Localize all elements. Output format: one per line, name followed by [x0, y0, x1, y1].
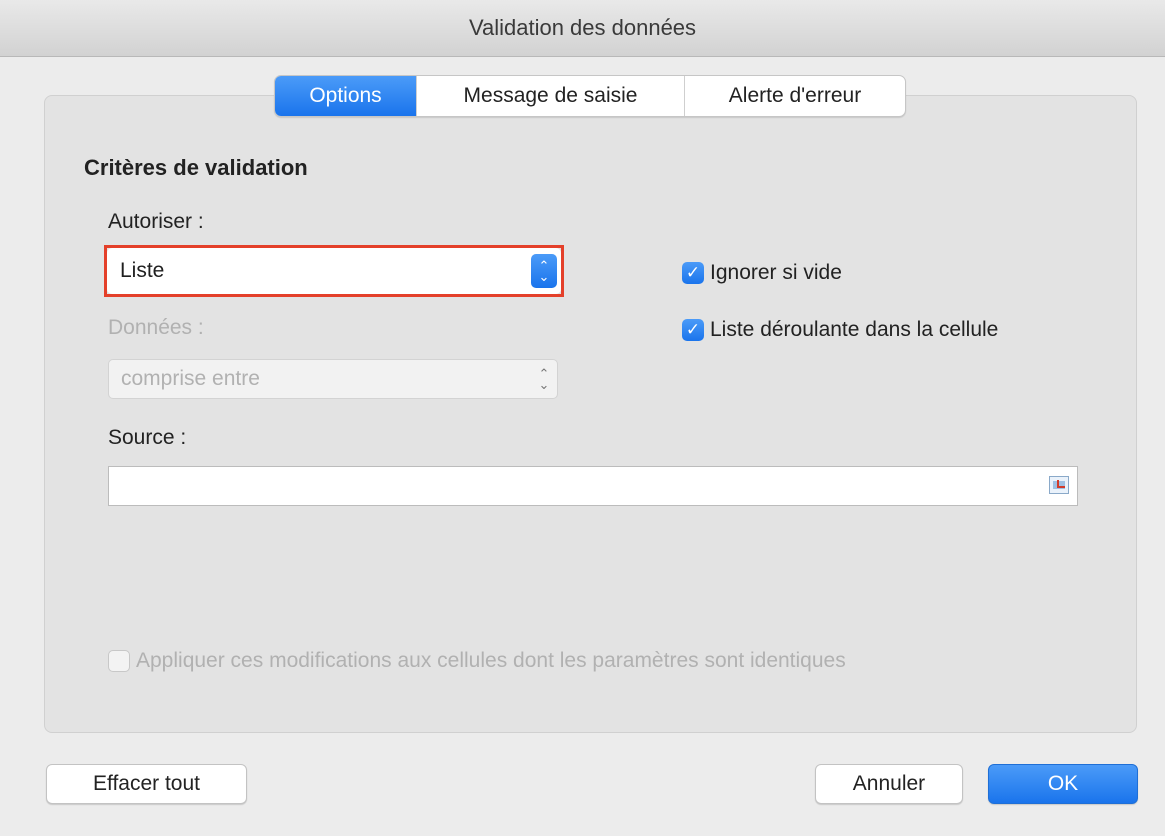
allow-select-value: Liste	[120, 259, 165, 282]
up-down-chevron-icon: ⌃ ⌄	[538, 366, 550, 392]
tab-input-message[interactable]: Message de saisie	[417, 76, 685, 116]
clear-all-button[interactable]: Effacer tout	[46, 764, 247, 804]
cancel-button[interactable]: Annuler	[815, 764, 963, 804]
window-title: Validation des données	[468, 15, 697, 40]
data-select-value: comprise entre	[121, 367, 260, 390]
window-titlebar: Validation des données	[0, 0, 1165, 57]
in-cell-dropdown-label: Liste déroulante dans la cellule	[710, 318, 999, 341]
allow-select[interactable]: Liste ⌃ ⌄	[107, 248, 561, 294]
up-down-chevron-icon: ⌃ ⌄	[531, 254, 557, 288]
apply-all-label: Appliquer ces modifications aux cellules…	[136, 649, 846, 672]
data-select: comprise entre ⌃ ⌄	[108, 359, 558, 399]
checkbox-empty-icon	[108, 650, 130, 672]
tab-options[interactable]: Options	[275, 76, 417, 116]
checkmark-icon: ✓	[682, 319, 704, 341]
source-label: Source :	[108, 426, 187, 449]
ignore-blank-label: Ignorer si vide	[710, 261, 842, 284]
checkmark-icon: ✓	[682, 262, 704, 284]
section-title: Critères de validation	[84, 155, 308, 180]
allow-label: Autoriser :	[108, 210, 204, 233]
ignore-blank-checkbox[interactable]: ✓ Ignorer si vide	[682, 261, 842, 285]
apply-all-checkbox: Appliquer ces modifications aux cellules…	[108, 649, 846, 673]
source-input[interactable]	[108, 466, 1078, 506]
options-panel	[44, 95, 1137, 733]
in-cell-dropdown-checkbox[interactable]: ✓ Liste déroulante dans la cellule	[682, 318, 998, 342]
ok-button[interactable]: OK	[988, 764, 1138, 804]
tab-bar: Options Message de saisie Alerte d'erreu…	[274, 75, 906, 117]
range-select-icon[interactable]	[1049, 476, 1069, 494]
tab-error-alert[interactable]: Alerte d'erreur	[685, 76, 905, 116]
data-label: Données :	[108, 316, 204, 339]
